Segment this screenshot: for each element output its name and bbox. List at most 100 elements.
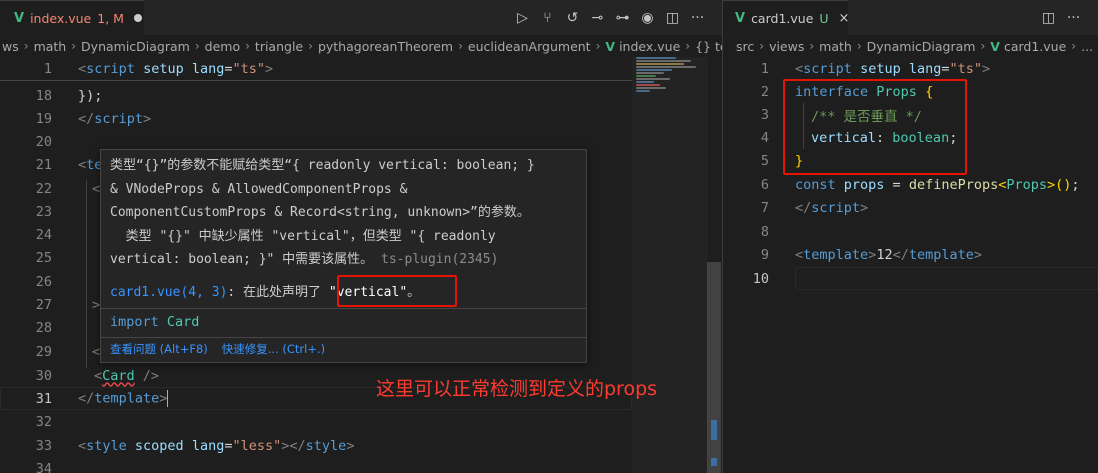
- compare-changes-icon[interactable]: ↺: [560, 10, 585, 26]
- declaration-link[interactable]: card1.vue(4, 3): [110, 285, 227, 300]
- code-line[interactable]: 23: [0, 200, 52, 223]
- chevron-right-icon: ›: [1071, 39, 1077, 53]
- run-icon[interactable]: ▷: [510, 10, 535, 26]
- indent-guide: [86, 180, 87, 368]
- code-line[interactable]: 22 <: [0, 177, 100, 200]
- code-token: script: [811, 199, 861, 216]
- code-line[interactable]: 5 }: [723, 149, 803, 172]
- code-line[interactable]: 20: [0, 130, 52, 153]
- left-editor-actions: ▷ ⑂ ↺ ⊸ ⊶ ◉ ◫ ···: [510, 0, 710, 35]
- chevron-right-icon: ›: [595, 39, 601, 53]
- unsaved-dot-icon[interactable]: [133, 14, 142, 22]
- code-line[interactable]: 4 vertical: boolean;: [723, 126, 957, 149]
- related-info-text: : 在此处声明了: [227, 285, 329, 300]
- code-line[interactable]: 19 </script>: [0, 107, 151, 130]
- breadcrumb-item[interactable]: math: [819, 39, 852, 54]
- breadcrumb-item[interactable]: euclideanArgument: [468, 39, 591, 54]
- breadcrumb: src › views › math › DynamicDiagram › Vcard1…: [723, 35, 1098, 57]
- line-number: 30: [35, 367, 52, 384]
- code-line[interactable]: 18 });: [0, 84, 103, 107]
- code-token: <: [78, 437, 87, 454]
- code-line[interactable]: 27 >: [0, 293, 100, 316]
- code-token: >: [982, 60, 991, 77]
- breadcrumb-item[interactable]: ws: [2, 39, 19, 54]
- current-line-highlight: [795, 267, 1098, 290]
- highlight-box-declaration: [337, 275, 457, 307]
- code-token: style: [305, 437, 347, 454]
- code-line[interactable]: 32: [0, 410, 52, 433]
- code-token: Props: [1006, 176, 1047, 193]
- code-line[interactable]: 7 </script>: [723, 196, 868, 219]
- code-line[interactable]: 31 </template>: [0, 387, 169, 410]
- quick-fix-link[interactable]: 快速修复... (Ctrl+.): [222, 341, 325, 357]
- close-icon[interactable]: ×: [839, 11, 850, 26]
- code-line[interactable]: 6 const props = defineProps<Props>();: [723, 173, 1080, 196]
- timeline-forward-icon[interactable]: ⊶: [610, 10, 635, 26]
- chevron-right-icon: ›: [194, 39, 200, 53]
- code-line[interactable]: 8: [723, 220, 769, 243]
- tab-card1-vue[interactable]: V card1.vue U ×: [723, 0, 850, 35]
- breadcrumb-item[interactable]: views: [769, 39, 804, 54]
- breadcrumb-item[interactable]: pythagoreanTheorem: [318, 39, 453, 54]
- timeline-back-icon[interactable]: ⊸: [585, 10, 610, 26]
- breadcrumb-item[interactable]: DynamicDiagram: [867, 39, 976, 54]
- chevron-right-icon: ›: [23, 39, 29, 53]
- code-line[interactable]: 29 <: [0, 340, 100, 363]
- code-line[interactable]: 9 <template>12</template>: [723, 243, 982, 266]
- breadcrumb-item[interactable]: math: [34, 39, 67, 54]
- more-actions-icon[interactable]: ···: [1061, 10, 1086, 26]
- code-line[interactable]: 26: [0, 270, 52, 293]
- code-line[interactable]: 10: [723, 267, 769, 290]
- line-number: 1: [43, 60, 52, 77]
- line-number: 23: [35, 203, 52, 220]
- code-token: <: [78, 60, 87, 77]
- code-token-error[interactable]: Card: [102, 368, 135, 384]
- breadcrumb-item[interactable]: src: [736, 39, 754, 54]
- git-lens-icon[interactable]: ◉: [635, 10, 660, 26]
- code-line[interactable]: 21 <te: [0, 153, 103, 176]
- source-control-graph-icon[interactable]: ⑂: [535, 10, 560, 26]
- code-line[interactable]: 1 <script setup lang="ts">: [723, 57, 990, 80]
- chevron-right-icon: ›: [308, 39, 313, 53]
- code-token: >: [92, 296, 101, 313]
- code-token: scoped: [134, 437, 184, 454]
- minimap-content: [636, 57, 706, 127]
- line-number: 27: [35, 296, 52, 313]
- code-line[interactable]: 1 <script setup lang="ts">: [0, 57, 273, 80]
- code-line[interactable]: 33 <style scoped lang="less"></style>: [0, 434, 355, 457]
- tab-index-vue[interactable]: V index.vue 1, M: [0, 0, 144, 35]
- code-line[interactable]: 30 <Card />: [0, 364, 159, 387]
- split-editor-icon[interactable]: ◫: [1036, 10, 1061, 26]
- scrollbar-thumb[interactable]: [707, 262, 721, 473]
- breadcrumb-item[interactable]: triangle: [255, 39, 303, 54]
- code-token: =: [224, 60, 233, 77]
- view-problem-link[interactable]: 查看问题 (Alt+F8): [110, 341, 208, 357]
- code-token: >: [346, 437, 355, 454]
- vue-icon: V: [605, 38, 616, 54]
- more-actions-icon[interactable]: ···: [685, 10, 710, 26]
- chevron-right-icon: ›: [71, 39, 77, 53]
- breadcrumb-item[interactable]: index.vue: [619, 39, 680, 54]
- breadcrumb-item[interactable]: DynamicDiagram: [81, 39, 190, 54]
- code-line[interactable]: 25: [0, 246, 52, 269]
- breadcrumb-item[interactable]: {} template: [695, 39, 722, 54]
- code-token: props: [843, 176, 885, 193]
- error-message-line: vertical: boolean; }" 中需要该属性。: [110, 252, 374, 267]
- code-line[interactable]: 34: [0, 457, 52, 473]
- code-line[interactable]: 2 interface Props {: [723, 80, 933, 103]
- code-line[interactable]: 3 /** 是否垂直 */: [723, 103, 922, 126]
- import-suggestion: import Card: [110, 314, 199, 330]
- code-line[interactable]: 24: [0, 223, 52, 246]
- breadcrumb-item[interactable]: ...: [1081, 39, 1093, 54]
- code-token: <: [78, 156, 87, 173]
- code-token: <: [92, 343, 101, 360]
- line-number: 5: [760, 152, 769, 169]
- breadcrumb-item[interactable]: demo: [205, 39, 240, 54]
- split-editor-icon[interactable]: ◫: [660, 10, 685, 26]
- error-message-line: 类型 "{}" 中缺少属性 "vertical"，但类型 "{ readonly: [110, 228, 496, 244]
- overview-ruler-mark: [711, 420, 717, 440]
- code-line[interactable]: 28: [0, 316, 52, 339]
- breadcrumb-item[interactable]: card1.vue: [1004, 39, 1066, 54]
- code-token: >: [1047, 176, 1056, 193]
